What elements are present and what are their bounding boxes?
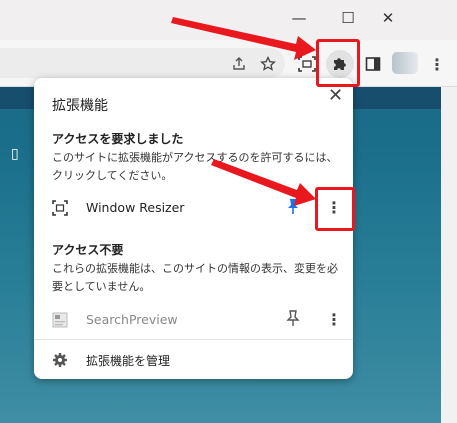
arrow-to-extension-menu	[211, 159, 316, 206]
arrow-to-extensions	[171, 17, 316, 60]
annotation-arrows	[171, 17, 316, 206]
